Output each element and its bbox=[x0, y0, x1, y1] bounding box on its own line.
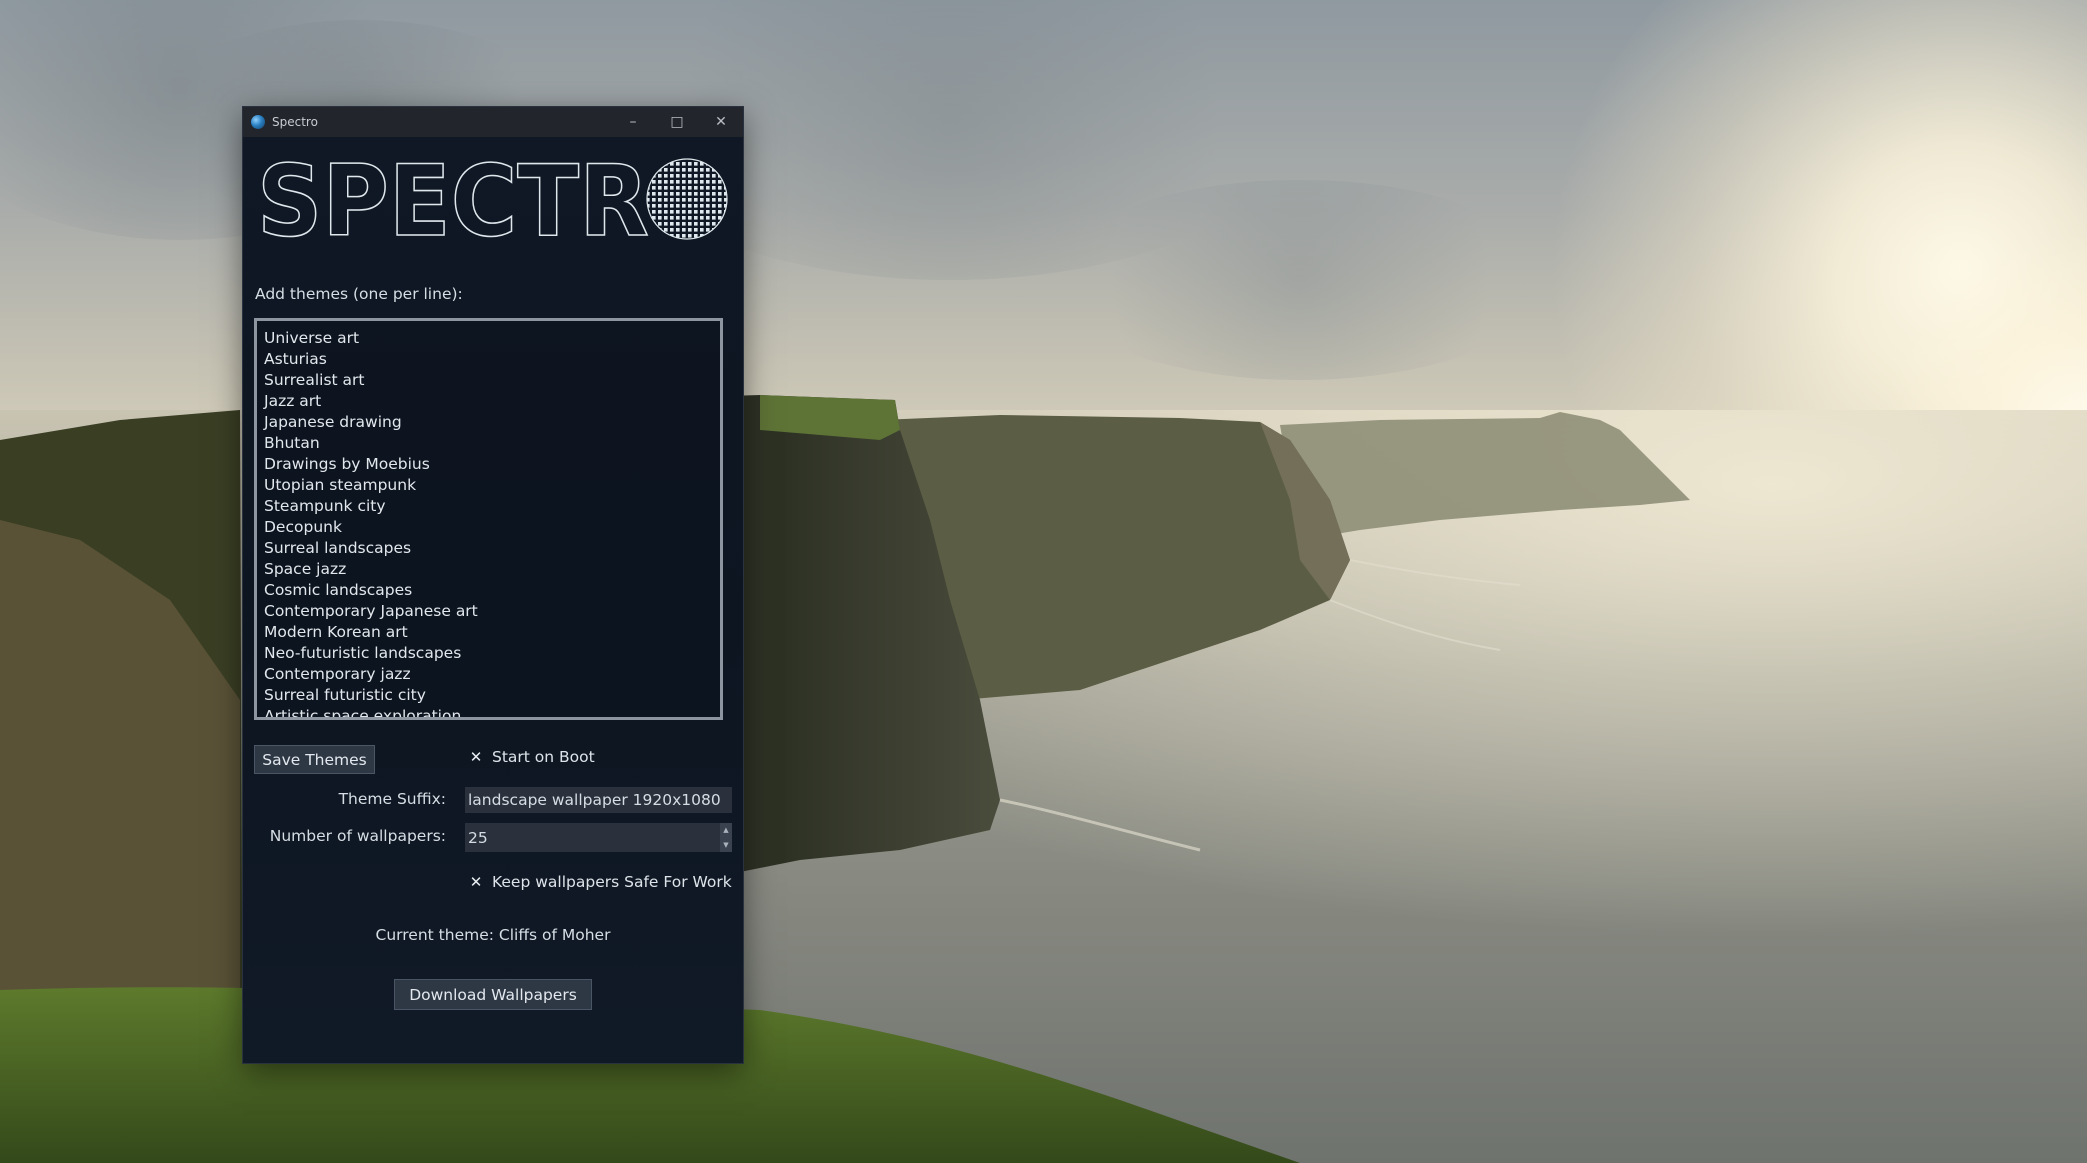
logo-text: SPECTR bbox=[257, 149, 649, 249]
sfw-label: Keep wallpapers Safe For Work bbox=[492, 873, 732, 891]
save-themes-button[interactable]: Save Themes bbox=[254, 745, 375, 774]
theme-line: Steampunk city bbox=[264, 497, 386, 515]
theme-line: Modern Korean art bbox=[264, 623, 408, 641]
close-button[interactable]: ✕ bbox=[699, 107, 743, 137]
download-wallpapers-button[interactable]: Download Wallpapers bbox=[394, 979, 592, 1010]
spectro-window: Spectro – □ ✕ SPECTR Add themes (one per… bbox=[243, 107, 743, 1063]
start-on-boot-checkbox[interactable]: ✕ Start on Boot bbox=[468, 748, 595, 766]
themes-textarea[interactable]: Universe art Asturias Surrealist art Jazz a… bbox=[254, 318, 723, 720]
theme-line: Contemporary jazz bbox=[264, 665, 411, 683]
num-wallpapers-spinbox[interactable]: 25 ▲ ▼ bbox=[465, 823, 732, 852]
theme-line: Utopian steampunk bbox=[264, 476, 417, 494]
spin-down-icon[interactable]: ▼ bbox=[720, 838, 732, 853]
theme-line: Space jazz bbox=[264, 560, 347, 578]
start-on-boot-label: Start on Boot bbox=[492, 748, 595, 766]
theme-line: Decopunk bbox=[264, 518, 342, 536]
num-wallpapers-label: Number of wallpapers: bbox=[269, 827, 446, 845]
theme-line: Surrealist art bbox=[264, 371, 365, 389]
app-icon bbox=[251, 115, 265, 129]
theme-line: Surreal landscapes bbox=[264, 539, 412, 557]
theme-line: Drawings by Moebius bbox=[264, 455, 430, 473]
theme-line: Jazz art bbox=[264, 392, 322, 410]
theme-line: Artistic space exploration bbox=[264, 707, 462, 720]
themes-label: Add themes (one per line): bbox=[255, 285, 463, 303]
spin-buttons[interactable]: ▲ ▼ bbox=[720, 823, 732, 852]
theme-line: Cosmic landscapes bbox=[264, 581, 413, 599]
theme-line: Surreal futuristic city bbox=[264, 686, 426, 704]
theme-suffix-input[interactable]: landscape wallpaper 1920x1080 bbox=[465, 787, 732, 813]
theme-line: Neo-futuristic landscapes bbox=[264, 644, 462, 662]
theme-line: Asturias bbox=[264, 350, 327, 368]
themes-list: Universe art Asturias Surrealist art Jazz a… bbox=[257, 321, 720, 720]
theme-line: Universe art bbox=[264, 329, 360, 347]
theme-line: Japanese drawing bbox=[264, 413, 402, 431]
title-bar[interactable]: Spectro – □ ✕ bbox=[243, 107, 743, 137]
spin-up-icon[interactable]: ▲ bbox=[720, 823, 732, 838]
spectro-logo: SPECTR bbox=[256, 149, 728, 249]
num-wallpapers-value: 25 bbox=[468, 828, 488, 847]
theme-line: Bhutan bbox=[264, 434, 320, 452]
theme-line: Contemporary Japanese art bbox=[264, 602, 478, 620]
current-theme-text: Current theme: Cliffs of Moher bbox=[375, 926, 611, 944]
window-title: Spectro bbox=[272, 115, 318, 129]
check-mark-icon: ✕ bbox=[469, 873, 483, 891]
sfw-checkbox[interactable]: ✕ Keep wallpapers Safe For Work bbox=[468, 873, 732, 891]
maximize-button[interactable]: □ bbox=[655, 107, 699, 137]
minimize-button[interactable]: – bbox=[611, 107, 655, 137]
theme-suffix-label: Theme Suffix: bbox=[338, 790, 446, 808]
check-mark-icon: ✕ bbox=[469, 748, 483, 766]
